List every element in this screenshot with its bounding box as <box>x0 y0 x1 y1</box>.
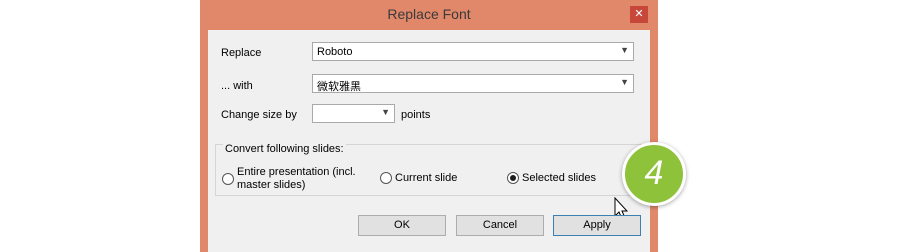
radio-current-slide[interactable] <box>380 172 392 184</box>
chevron-down-icon: ▼ <box>620 77 629 87</box>
close-button[interactable]: ✕ <box>630 6 648 23</box>
selected-slides-label[interactable]: Selected slides <box>522 172 596 184</box>
cancel-button[interactable]: Cancel <box>456 215 544 236</box>
chevron-down-icon: ▼ <box>381 107 390 117</box>
current-slide-label[interactable]: Current slide <box>395 172 457 184</box>
replace-font-value: Roboto <box>317 46 353 58</box>
radio-selected-dot <box>510 175 516 181</box>
radio-entire-presentation[interactable] <box>222 173 234 185</box>
with-font-value: 微软雅黑 <box>317 81 361 93</box>
entire-presentation-label[interactable]: Entire presentation (incl. master slides… <box>237 166 356 192</box>
size-select[interactable]: ▼ <box>312 104 395 123</box>
replace-font-dialog: Replace Font ✕ Replace Roboto ▼ ... with… <box>200 0 658 252</box>
convert-group-title: Convert following slides: <box>223 143 346 155</box>
replace-font-select[interactable]: Roboto ▼ <box>312 42 634 61</box>
ok-button[interactable]: OK <box>358 215 446 236</box>
with-font-select[interactable]: 微软雅黑 ▼ <box>312 74 634 93</box>
size-unit-label: points <box>401 109 431 121</box>
dialog-body: Replace Roboto ▼ ... with 微软雅黑 ▼ Change … <box>208 30 650 252</box>
chevron-down-icon: ▼ <box>620 45 629 55</box>
apply-button[interactable]: Apply <box>553 215 641 236</box>
radio-selected-slides[interactable] <box>507 172 519 184</box>
size-label: Change size by <box>221 109 297 121</box>
title-bar[interactable]: Replace Font ✕ <box>200 0 658 30</box>
replace-label: Replace <box>221 47 262 59</box>
dialog-title: Replace Font <box>387 6 471 22</box>
close-icon: ✕ <box>634 8 644 20</box>
step-number-badge: 4 <box>622 142 686 206</box>
with-label: ... with <box>221 80 253 92</box>
